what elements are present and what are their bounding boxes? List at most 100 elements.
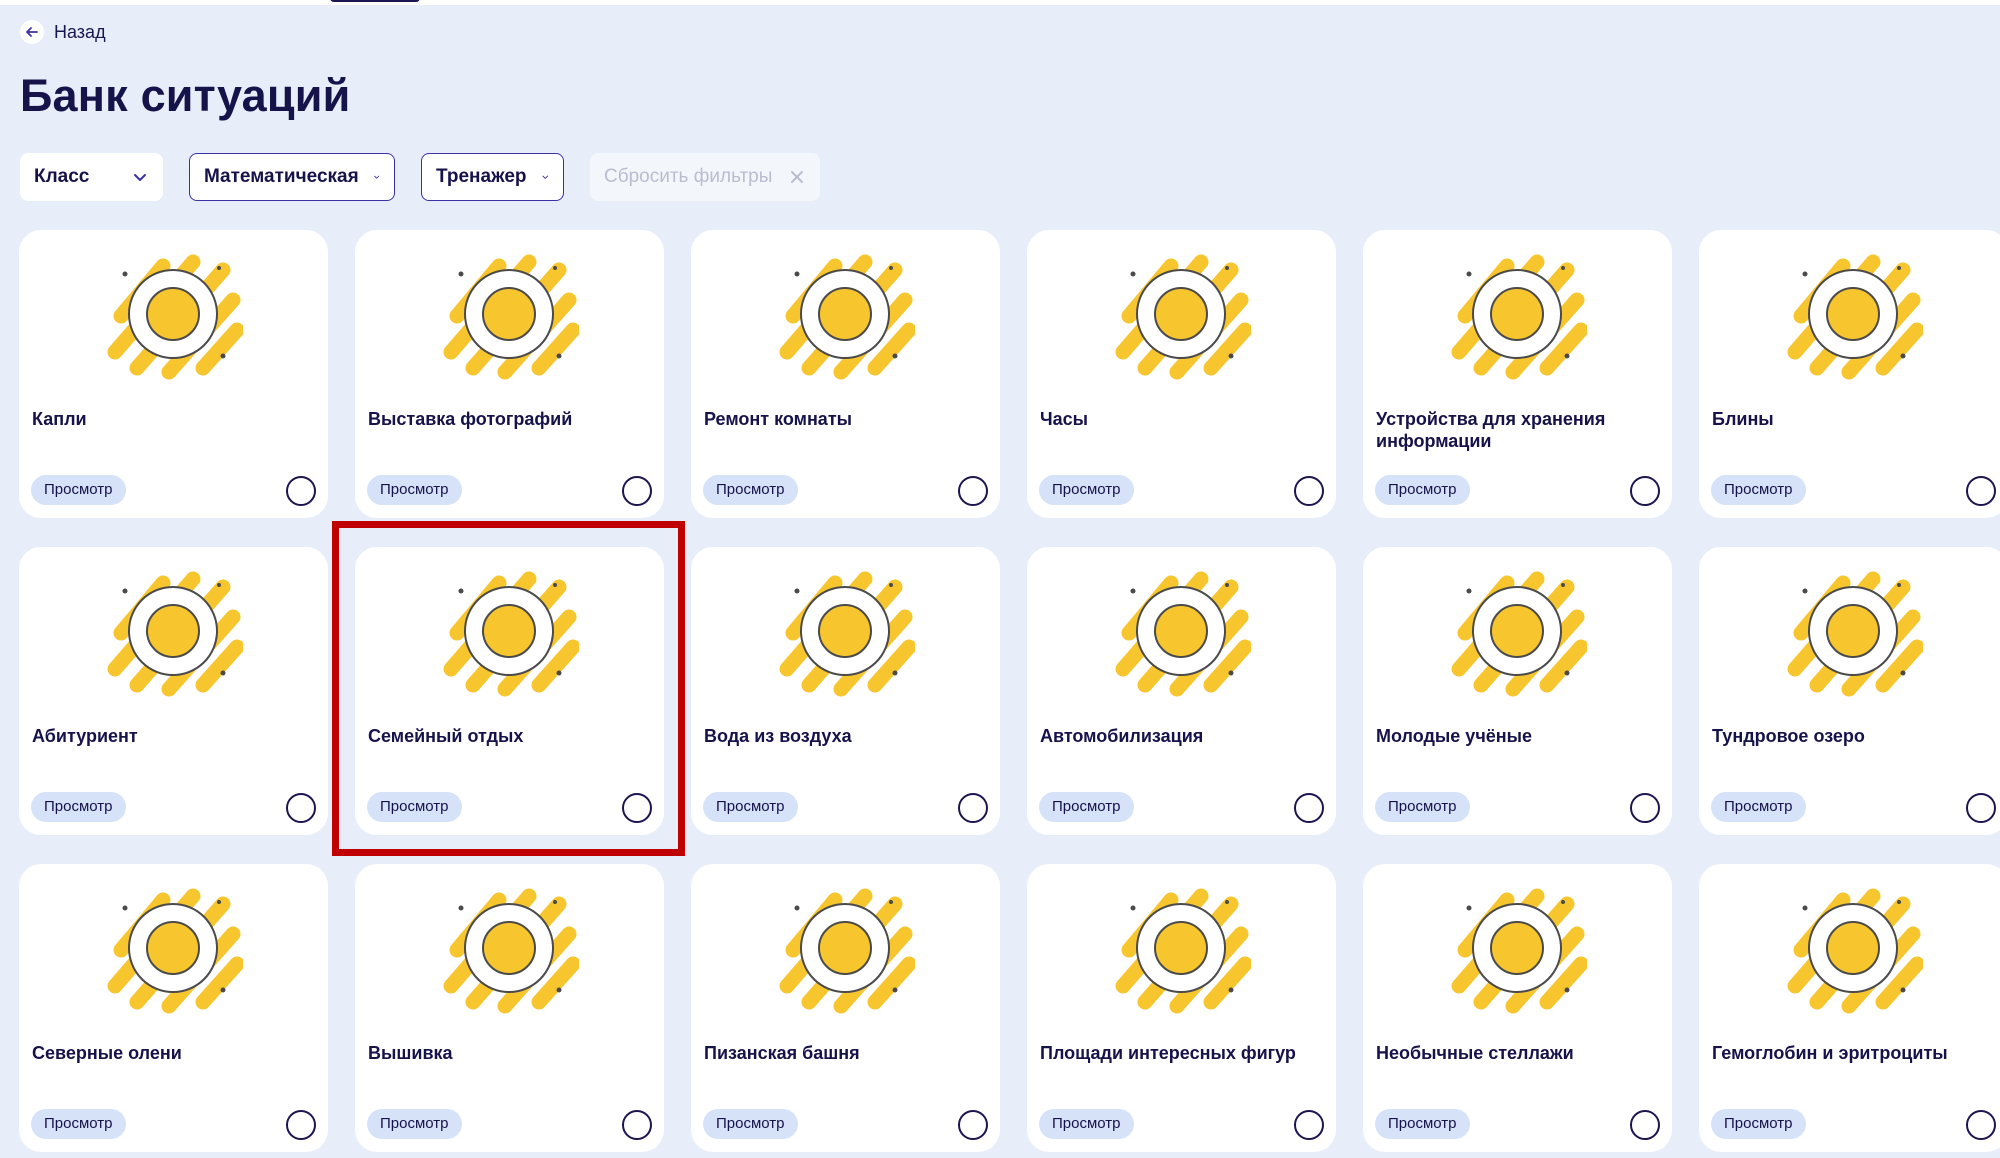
page-title: Банк ситуаций	[20, 70, 351, 121]
view-button[interactable]: Просмотр	[367, 1109, 462, 1139]
select-radio[interactable]	[1966, 793, 1996, 823]
filter-bar: Класс Математическая Тренажер Сбросить ф…	[20, 153, 820, 201]
view-button[interactable]: Просмотр	[1375, 792, 1470, 822]
situation-card[interactable]: Автомобилизация Просмотр	[1027, 547, 1336, 835]
select-radio[interactable]	[958, 1110, 988, 1140]
reset-filters-button[interactable]: Сбросить фильтры	[590, 153, 820, 201]
situation-title: Ремонт комнаты	[704, 409, 853, 429]
situation-card[interactable]: Тундровое озеро Просмотр	[1699, 547, 2000, 835]
view-button[interactable]: Просмотр	[1711, 1109, 1806, 1139]
situation-card[interactable]: Молодые учёные Просмотр	[1363, 547, 1672, 835]
view-button[interactable]: Просмотр	[1375, 475, 1470, 505]
shelves-icon	[1451, 888, 1587, 1014]
situation-card[interactable]: Часы Просмотр	[1027, 230, 1336, 518]
chevron-down-icon	[373, 175, 379, 179]
situation-title: Необычные стеллажи	[1376, 1043, 1574, 1063]
reset-filters-label: Сбросить фильтры	[604, 166, 773, 187]
air-water-icon	[779, 571, 915, 697]
situation-title: Капли	[32, 409, 87, 429]
select-radio[interactable]	[622, 476, 652, 506]
flower-shape-icon	[1115, 888, 1251, 1014]
select-radio[interactable]	[1630, 793, 1660, 823]
car-icon	[1115, 571, 1251, 697]
back-link[interactable]: Назад	[20, 20, 106, 44]
situation-card[interactable]: Площади интересных фигур Просмотр	[1027, 864, 1336, 1152]
literacy-filter-dropdown[interactable]: Математическая	[189, 153, 395, 201]
select-radio[interactable]	[1294, 1110, 1324, 1140]
situation-title: Абитуриент	[32, 726, 138, 746]
close-icon	[791, 171, 803, 183]
view-button[interactable]: Просмотр	[31, 1109, 126, 1139]
select-radio[interactable]	[1630, 1110, 1660, 1140]
chevron-down-icon	[541, 175, 548, 179]
situation-title: Гемоглобин и эритроциты	[1712, 1043, 1948, 1063]
embroidery-hoop-icon	[443, 888, 579, 1014]
select-radio[interactable]	[958, 476, 988, 506]
view-button[interactable]: Просмотр	[1039, 792, 1134, 822]
chevron-down-icon	[134, 174, 146, 181]
view-button[interactable]: Просмотр	[31, 792, 126, 822]
select-radio[interactable]	[1966, 1110, 1996, 1140]
tundra-lake-icon	[1787, 571, 1923, 697]
mode-filter-dropdown[interactable]: Тренажер	[421, 153, 564, 201]
situation-card[interactable]: Вода из воздуха Просмотр	[691, 547, 1000, 835]
view-button[interactable]: Просмотр	[703, 475, 798, 505]
select-radio[interactable]	[1294, 793, 1324, 823]
select-radio[interactable]	[622, 793, 652, 823]
situation-title: Вышивка	[368, 1043, 453, 1063]
top-bar	[0, 0, 2000, 5]
situation-title: Тундровое озеро	[1712, 726, 1865, 746]
situation-card[interactable]: Семейный отдых Просмотр	[355, 547, 664, 835]
view-button[interactable]: Просмотр	[703, 1109, 798, 1139]
pancakes-icon	[1787, 254, 1923, 380]
select-radio[interactable]	[286, 476, 316, 506]
family-icon	[443, 571, 579, 697]
photo-frames-icon	[443, 254, 579, 380]
situation-card[interactable]: Вышивка Просмотр	[355, 864, 664, 1152]
situation-card[interactable]: Блины Просмотр	[1699, 230, 2000, 518]
select-radio[interactable]	[1966, 476, 1996, 506]
situation-card[interactable]: Пизанская башня Просмотр	[691, 864, 1000, 1152]
situation-title: Пизанская башня	[704, 1043, 860, 1063]
mode-filter-label: Тренажер	[436, 166, 527, 187]
situation-card[interactable]: Необычные стеллажи Просмотр	[1363, 864, 1672, 1152]
situation-card[interactable]: Устройства для хранения информации Просмо…	[1363, 230, 1672, 518]
clock-icon	[1115, 254, 1251, 380]
situation-title: Северные олени	[32, 1043, 182, 1063]
situation-card[interactable]: Гемоглобин и эритроциты Просмотр	[1699, 864, 2000, 1152]
view-button[interactable]: Просмотр	[1711, 792, 1806, 822]
situation-title: Семейный отдых	[368, 726, 524, 746]
view-button[interactable]: Просмотр	[1711, 475, 1806, 505]
select-radio[interactable]	[622, 1110, 652, 1140]
situation-card[interactable]: Капли Просмотр	[19, 230, 328, 518]
arrow-left-icon	[20, 20, 44, 44]
view-button[interactable]: Просмотр	[31, 475, 126, 505]
select-radio[interactable]	[286, 793, 316, 823]
view-button[interactable]: Просмотр	[703, 792, 798, 822]
reindeer-icon	[107, 888, 243, 1014]
situation-card[interactable]: Ремонт комнаты Просмотр	[691, 230, 1000, 518]
pisa-tower-icon	[779, 888, 915, 1014]
situation-title: Автомобилизация	[1040, 726, 1204, 746]
situation-card[interactable]: Выставка фотографий Просмотр	[355, 230, 664, 518]
situation-title: Площади интересных фигур	[1040, 1043, 1296, 1063]
select-radio[interactable]	[1630, 476, 1660, 506]
back-label: Назад	[54, 21, 106, 42]
view-button[interactable]: Просмотр	[1039, 475, 1134, 505]
select-radio[interactable]	[958, 793, 988, 823]
view-button[interactable]: Просмотр	[1039, 1109, 1134, 1139]
grade-filter-label: Класс	[34, 166, 90, 187]
grade-filter-dropdown[interactable]: Класс	[20, 153, 163, 201]
view-button[interactable]: Просмотр	[367, 475, 462, 505]
situation-card[interactable]: Абитуриент Просмотр	[19, 547, 328, 835]
situation-card[interactable]: Северные олени Просмотр	[19, 864, 328, 1152]
select-radio[interactable]	[286, 1110, 316, 1140]
view-button[interactable]: Просмотр	[367, 792, 462, 822]
storage-devices-icon	[1451, 254, 1587, 380]
select-radio[interactable]	[1294, 476, 1324, 506]
blood-cells-icon	[1787, 888, 1923, 1014]
header-fragment	[330, 0, 420, 2]
situation-title: Устройства для хранения информации	[1376, 409, 1606, 451]
literacy-filter-label: Математическая	[204, 166, 359, 187]
view-button[interactable]: Просмотр	[1375, 1109, 1470, 1139]
